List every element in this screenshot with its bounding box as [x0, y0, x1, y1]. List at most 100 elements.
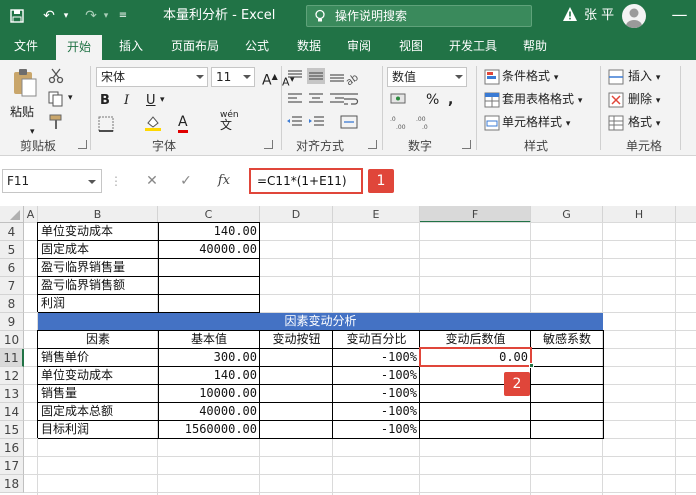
redo-dropdown-icon[interactable]: ▾	[100, 0, 112, 32]
cell-b7[interactable]: 盈亏临界销售额	[38, 277, 158, 295]
row-header-13[interactable]: 13	[0, 385, 24, 403]
italic-button[interactable]: I	[124, 91, 129, 111]
cut-icon[interactable]	[48, 68, 64, 84]
cell-c4[interactable]: 140.00	[158, 223, 260, 241]
row-header-18[interactable]: 18	[0, 475, 24, 493]
row-header-8[interactable]: 8	[0, 295, 24, 313]
copy-dropdown-icon[interactable]: ▾	[68, 88, 73, 108]
user-name[interactable]: 张 平	[584, 0, 614, 32]
horizontal-align-icons[interactable]	[286, 91, 348, 107]
cell-c12[interactable]: 140.00	[158, 367, 260, 385]
cell-styles-icon[interactable]	[484, 115, 500, 131]
formula-input[interactable]: =C11*(1+E11)	[249, 168, 363, 194]
redo-icon[interactable]: ↷	[80, 0, 102, 32]
save-icon[interactable]	[6, 0, 28, 32]
row-header-5[interactable]: 5	[0, 241, 24, 259]
tab-help[interactable]: 帮助	[514, 32, 556, 60]
paste-button[interactable]: 粘贴	[10, 102, 34, 122]
warning-icon[interactable]	[562, 6, 578, 22]
cell-g10[interactable]: 敏感系数	[531, 331, 603, 349]
tab-review[interactable]: 审阅	[338, 32, 380, 60]
tab-data[interactable]: 数据	[288, 32, 330, 60]
cell-c5[interactable]: 40000.00	[158, 241, 260, 259]
avatar[interactable]	[622, 4, 646, 28]
row-header-7[interactable]: 7	[0, 277, 24, 295]
cell-styles-button[interactable]: 单元格样式 ▾	[502, 112, 570, 134]
enter-icon[interactable]: ✓	[174, 170, 198, 192]
row-header-6[interactable]: 6	[0, 259, 24, 277]
undo-dropdown-icon[interactable]: ▾	[60, 0, 72, 32]
cell-b5[interactable]: 固定成本	[38, 241, 158, 259]
tab-insert[interactable]: 插入	[110, 32, 152, 60]
insert-cells-icon[interactable]	[608, 69, 624, 85]
cell-e13[interactable]: -100%	[333, 385, 420, 403]
cell-c11[interactable]: 300.00	[158, 349, 260, 367]
underline-button[interactable]: U	[146, 91, 156, 111]
insert-cells-button[interactable]: 插入 ▾	[628, 66, 660, 88]
cell-e14[interactable]: -100%	[333, 403, 420, 421]
cell-b14[interactable]: 固定成本总额	[38, 403, 158, 421]
alignment-launcher-icon[interactable]	[368, 140, 377, 149]
paste-icon[interactable]	[12, 68, 38, 98]
border-icon[interactable]	[98, 116, 116, 132]
cell-c14[interactable]: 40000.00	[158, 403, 260, 421]
tab-view[interactable]: 视图	[390, 32, 432, 60]
bold-button[interactable]: B	[100, 91, 110, 111]
cell-b12[interactable]: 单位变动成本	[38, 367, 158, 385]
cell-e12[interactable]: -100%	[333, 367, 420, 385]
row-header-4[interactable]: 4	[0, 223, 24, 241]
cell-b4[interactable]: 单位变动成本	[38, 223, 158, 241]
cancel-icon[interactable]: ✕	[140, 170, 164, 192]
phonetic-icon[interactable]: wén 文	[220, 110, 239, 132]
delete-cells-button[interactable]: 删除 ▾	[628, 89, 660, 111]
format-as-table-icon[interactable]	[484, 92, 500, 108]
column-header-c[interactable]: C	[158, 206, 260, 223]
orientation-icon[interactable]: ab	[342, 68, 360, 86]
row-header-16[interactable]: 16	[0, 439, 24, 457]
column-header-e[interactable]: E	[333, 206, 420, 223]
undo-icon[interactable]: ↶	[38, 0, 60, 32]
cell-b11[interactable]: 销售单价	[38, 349, 158, 367]
format-painter-icon[interactable]	[48, 114, 64, 130]
column-header-g[interactable]: G	[531, 206, 603, 223]
row-header-9[interactable]: 9	[0, 313, 24, 331]
cell-b15[interactable]: 目标利润	[38, 421, 158, 439]
clipboard-launcher-icon[interactable]	[78, 140, 87, 149]
font-size-combo[interactable]: 11	[211, 67, 255, 87]
comma-button[interactable]: ,	[448, 90, 453, 110]
accounting-format-icon[interactable]	[390, 91, 410, 107]
vertical-align-icons[interactable]	[286, 68, 348, 84]
select-all-corner[interactable]	[0, 206, 24, 223]
cell-c13[interactable]: 10000.00	[158, 385, 260, 403]
font-color-icon[interactable]: A	[178, 112, 188, 133]
fill-handle[interactable]	[529, 363, 534, 368]
cell-e11[interactable]: -100%	[333, 349, 420, 367]
number-launcher-icon[interactable]	[462, 140, 471, 149]
customize-toolbar-icon[interactable]: ≡	[116, 0, 130, 32]
format-as-table-button[interactable]: 套用表格格式 ▾	[502, 89, 582, 111]
increase-decimal-icon[interactable]: .0.00	[390, 114, 412, 130]
cell-b13[interactable]: 销售量	[38, 385, 158, 403]
column-header-a[interactable]: A	[24, 206, 38, 223]
row-header-11[interactable]: 11	[0, 349, 24, 367]
copy-icon[interactable]	[48, 91, 66, 107]
row-header-10[interactable]: 10	[0, 331, 24, 349]
number-format-combo[interactable]: 数值	[387, 67, 467, 87]
name-box[interactable]: F11	[2, 169, 102, 193]
cell-b10[interactable]: 因素	[38, 331, 158, 349]
font-name-combo[interactable]: 宋体	[96, 67, 208, 87]
indent-icons[interactable]	[286, 114, 326, 130]
minimize-icon[interactable]: —	[663, 0, 696, 32]
percent-button[interactable]: %	[426, 90, 439, 110]
banner-cell[interactable]: 因素变动分析	[38, 313, 603, 331]
cell-b8[interactable]: 利润	[38, 295, 158, 313]
search-box[interactable]: 操作说明搜索	[306, 5, 532, 27]
tab-file[interactable]: 文件	[6, 32, 46, 60]
cell-e10[interactable]: 变动百分比	[333, 331, 420, 349]
conditional-format-button[interactable]: 条件格式 ▾	[502, 66, 558, 88]
tab-formulas[interactable]: 公式	[236, 32, 278, 60]
cell-c15[interactable]: 1560000.00	[158, 421, 260, 439]
row-header-14[interactable]: 14	[0, 403, 24, 421]
fill-color-icon[interactable]	[144, 114, 162, 132]
cell-c10[interactable]: 基本值	[158, 331, 260, 349]
